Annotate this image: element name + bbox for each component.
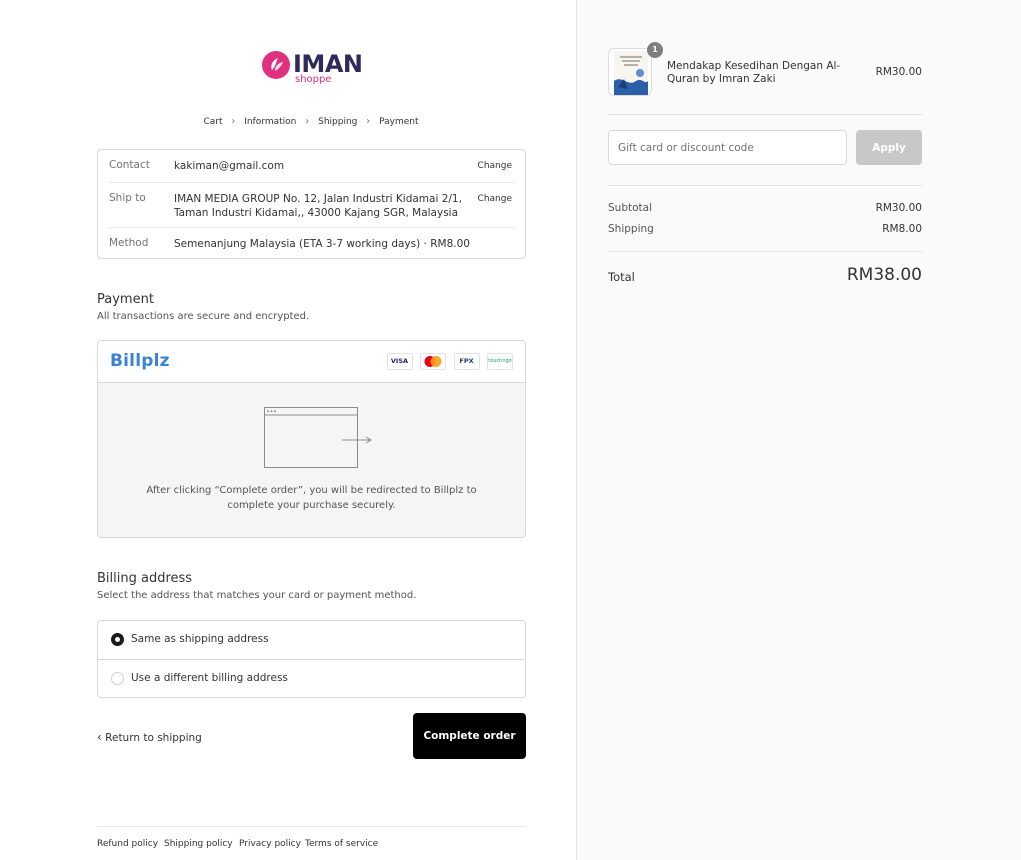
payment-subtitle: All transactions are secure and encrypte… <box>97 311 310 322</box>
book-cover-image <box>614 51 648 95</box>
billing-options: Same as shipping address Use a different… <box>97 620 526 698</box>
billing-heading: Billing address <box>97 571 193 586</box>
shipping-value: RM8.00 <box>882 223 922 235</box>
radio-unselected[interactable] <box>111 672 124 685</box>
chevron-left-icon: ‹ <box>97 730 102 744</box>
billing-option-same[interactable]: Same as shipping address <box>98 621 525 659</box>
logo-mark-icon <box>262 51 290 79</box>
breadcrumb: Cart › Information › Shipping › Payment <box>0 116 622 127</box>
breadcrumb-payment: Payment <box>379 116 419 127</box>
product-name: Mendakap Kesedihan Dengan Al-Quran by Im… <box>667 60 841 85</box>
payment-method-box[interactable]: Billplz VISA FPX touchngo After clicking… <box>97 340 526 538</box>
product-price: RM30.00 <box>875 66 922 78</box>
complete-order-button[interactable]: Complete order <box>413 713 526 759</box>
browser-redirect-icon <box>264 407 374 474</box>
shipto-label: Ship to <box>109 192 146 204</box>
discount-code-input[interactable] <box>608 130 847 165</box>
subtotal-label: Subtotal <box>608 202 652 214</box>
contact-value: kakiman@gmail.com <box>174 160 285 172</box>
order-summary-sidebar <box>576 0 1021 860</box>
payment-heading: Payment <box>97 292 154 307</box>
divider <box>608 251 922 252</box>
change-contact-link[interactable]: Change <box>478 161 512 171</box>
review-row-shipto: Ship to IMAN MEDIA GROUP No. 12, Jalan I… <box>109 182 514 227</box>
visa-icon: VISA <box>386 353 413 370</box>
total-value: RM38.00 <box>846 265 922 285</box>
subtotal-value: RM30.00 <box>875 202 922 214</box>
return-to-shipping-link[interactable]: ‹ Return to shipping <box>97 730 202 744</box>
breadcrumb-information[interactable]: Information <box>244 117 296 127</box>
method-label: Method <box>109 237 149 249</box>
divider <box>608 114 922 115</box>
chevron-right-icon: › <box>305 116 310 127</box>
breadcrumb-cart[interactable]: Cart <box>203 117 222 127</box>
divider <box>608 185 922 186</box>
terms-of-service-link[interactable]: Terms of service <box>305 839 378 849</box>
review-row-method: Method Semenanjung Malaysia (ETA 3-7 wor… <box>109 227 514 259</box>
touchngo-icon: touchngo <box>487 353 513 370</box>
mastercard-icon <box>420 353 446 370</box>
payment-method-header[interactable]: Billplz VISA FPX touchngo <box>98 341 525 383</box>
redirect-message: After clicking “Complete order”, you wil… <box>146 485 477 511</box>
payment-redirect-panel: After clicking “Complete order”, you wil… <box>98 383 525 537</box>
billing-subtitle: Select the address that matches your car… <box>97 590 417 601</box>
billing-option-label: Same as shipping address <box>131 633 269 645</box>
quantity-badge: 1 <box>647 42 663 58</box>
shipping-label: Shipping <box>608 223 654 235</box>
order-review-box: Contact kakiman@gmail.com Change Ship to… <box>97 149 526 259</box>
product-thumbnail <box>608 48 652 96</box>
breadcrumb-shipping[interactable]: Shipping <box>318 117 357 127</box>
return-label: Return to shipping <box>105 732 202 744</box>
change-shipto-link[interactable]: Change <box>478 194 512 204</box>
refund-policy-link[interactable]: Refund policy <box>97 839 158 849</box>
privacy-policy-link[interactable]: Privacy policy <box>239 839 301 849</box>
billing-option-different[interactable]: Use a different billing address <box>98 659 525 697</box>
shipto-value: IMAN MEDIA GROUP No. 12, Jalan Industri … <box>174 193 462 219</box>
fpx-icon: FPX <box>453 353 480 370</box>
total-label: Total <box>608 270 635 284</box>
billing-option-label: Use a different billing address <box>131 672 288 684</box>
radio-selected[interactable] <box>111 633 124 646</box>
policy-footer: Refund policy Shipping policy Privacy po… <box>97 826 526 860</box>
logo-subtext: shoppe <box>295 74 332 85</box>
apply-discount-button[interactable]: Apply <box>856 130 922 165</box>
review-row-contact: Contact kakiman@gmail.com Change <box>109 150 514 182</box>
contact-label: Contact <box>109 159 150 171</box>
main-column: IMAN shoppe Cart › Information › Shippin… <box>0 0 576 860</box>
shipping-policy-link[interactable]: Shipping policy <box>164 839 233 849</box>
chevron-right-icon: › <box>366 116 371 127</box>
method-value: Semenanjung Malaysia (ETA 3-7 working da… <box>174 238 470 250</box>
billplz-logo: Billplz <box>110 351 170 371</box>
payment-badges: VISA FPX touchngo <box>383 353 513 370</box>
store-logo[interactable]: IMAN shoppe <box>262 48 372 90</box>
chevron-right-icon: › <box>231 116 236 127</box>
